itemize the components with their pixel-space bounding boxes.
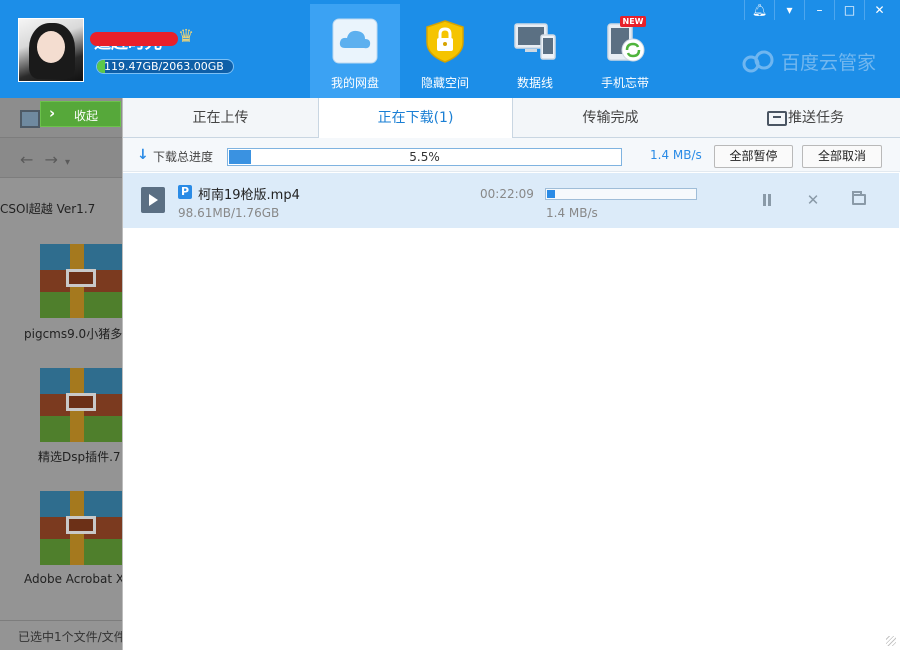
- nav-my-disk[interactable]: 我的网盘: [310, 4, 400, 98]
- forward-arrow-icon[interactable]: →: [45, 150, 58, 169]
- transfer-panel: 正在上传 正在下载(1) 传输完成 推送任务 ↓ 下载总进度 5.5% 1.4 …: [122, 98, 900, 650]
- maximize-icon[interactable]: □: [834, 0, 864, 20]
- file-name[interactable]: 精选Dsp插件.7: [0, 448, 122, 465]
- nav-phone-sync[interactable]: NEW 手机忘带: [580, 4, 670, 98]
- total-progress-row: ↓ 下载总进度 5.5% 1.4 MB/s 全部暂停 全部取消: [123, 138, 900, 172]
- collapse-button[interactable]: › 收起: [40, 101, 121, 127]
- task-progress-bar: [545, 188, 697, 200]
- rar-file-icon[interactable]: [40, 244, 122, 318]
- task-remaining-time: 00:22:09: [480, 187, 534, 201]
- redaction-mark: [90, 32, 178, 46]
- nav-hidden-space[interactable]: 隐藏空间: [400, 4, 490, 98]
- devices-icon: [514, 23, 556, 60]
- transfer-tabs: 正在上传 正在下载(1) 传输完成 推送任务: [123, 98, 900, 139]
- cloud-icon: [332, 18, 378, 64]
- cancel-all-button[interactable]: 全部取消: [802, 145, 882, 168]
- history-nav: ← → ▾: [20, 150, 70, 169]
- upload-icon[interactable]: [20, 110, 40, 128]
- rar-file-icon[interactable]: [40, 368, 122, 442]
- rar-file-icon[interactable]: [40, 491, 122, 565]
- new-badge: NEW: [620, 16, 646, 27]
- tab-completed[interactable]: 传输完成: [513, 98, 708, 138]
- baidu-cloud-logo-icon: [742, 50, 774, 73]
- minimize-icon[interactable]: –: [804, 0, 834, 20]
- file-browser-panel: ← → ▾ CSOl超越 Ver1.7 pigcms9.0小猪多 精选Dsp插件…: [0, 98, 122, 650]
- close-icon[interactable]: ✕: [864, 0, 894, 20]
- quota-text: 119.47GB/2063.00GB: [104, 60, 224, 73]
- file-name[interactable]: pigcms9.0小猪多: [0, 325, 122, 342]
- p-badge-icon: P: [178, 185, 192, 199]
- total-progress-bar: 5.5%: [227, 148, 622, 166]
- tab-downloading[interactable]: 正在下载(1): [318, 98, 513, 139]
- download-task-row[interactable]: P 柯南19枪版.mp4 98.61MB/1.76GB 00:22:09 1.4…: [123, 173, 899, 228]
- bell-icon[interactable]: 🔔︎: [744, 0, 774, 20]
- nav-label: 数据线: [516, 76, 553, 90]
- total-progress-percent: 5.5%: [409, 150, 440, 164]
- menu-icon[interactable]: ▾: [774, 0, 804, 20]
- pause-icon[interactable]: [761, 194, 773, 206]
- push-task-icon: [767, 111, 787, 126]
- file-name[interactable]: Adobe Acrobat X: [0, 572, 122, 586]
- nav-label: 手机忘带: [600, 76, 649, 90]
- task-size: 98.61MB/1.76GB: [178, 206, 280, 220]
- history-dropdown-icon[interactable]: ▾: [65, 157, 70, 168]
- total-progress-label: 下载总进度: [153, 150, 214, 164]
- total-speed: 1.4 MB/s: [650, 148, 702, 162]
- nav-label: 我的网盘: [330, 76, 379, 90]
- cancel-icon[interactable]: ✕: [805, 191, 821, 209]
- lock-icon: [426, 20, 464, 63]
- vip-crown-icon: ♛: [178, 26, 195, 47]
- download-arrow-icon: ↓: [137, 147, 149, 163]
- pause-all-button[interactable]: 全部暂停: [714, 145, 793, 168]
- selection-status: 已选中1个文件/文件: [0, 620, 122, 650]
- task-file-name: 柯南19枪版.mp4: [198, 188, 300, 203]
- task-progress-fill: [547, 190, 556, 198]
- brand-name: 百度云管家: [781, 52, 877, 74]
- avatar[interactable]: [18, 18, 84, 82]
- task-speed: 1.4 MB/s: [546, 206, 598, 220]
- tab-uploading[interactable]: 正在上传: [123, 98, 318, 138]
- title-bar: 追赶时光 ♛ 119.47GB/2063.00GB 我的网盘 隐藏空间 数据线: [0, 0, 900, 98]
- back-arrow-icon[interactable]: ←: [20, 150, 33, 169]
- nav-data-cable[interactable]: 数据线: [490, 4, 580, 98]
- window-controls: 🔔︎ ▾ – □ ✕: [744, 0, 894, 22]
- avatar-face: [37, 31, 65, 63]
- storage-quota: 119.47GB/2063.00GB: [96, 59, 234, 74]
- open-folder-icon[interactable]: [852, 191, 866, 205]
- resize-grip[interactable]: [886, 636, 896, 646]
- chevron-right-icon: ›: [49, 104, 56, 122]
- nav-label: 隐藏空间: [420, 76, 469, 90]
- tab-push-tasks[interactable]: 推送任务: [788, 98, 868, 138]
- video-file-icon: [141, 187, 165, 213]
- collapse-label: 收起: [74, 109, 99, 123]
- file-name[interactable]: CSOl超越 Ver1.7: [0, 200, 122, 217]
